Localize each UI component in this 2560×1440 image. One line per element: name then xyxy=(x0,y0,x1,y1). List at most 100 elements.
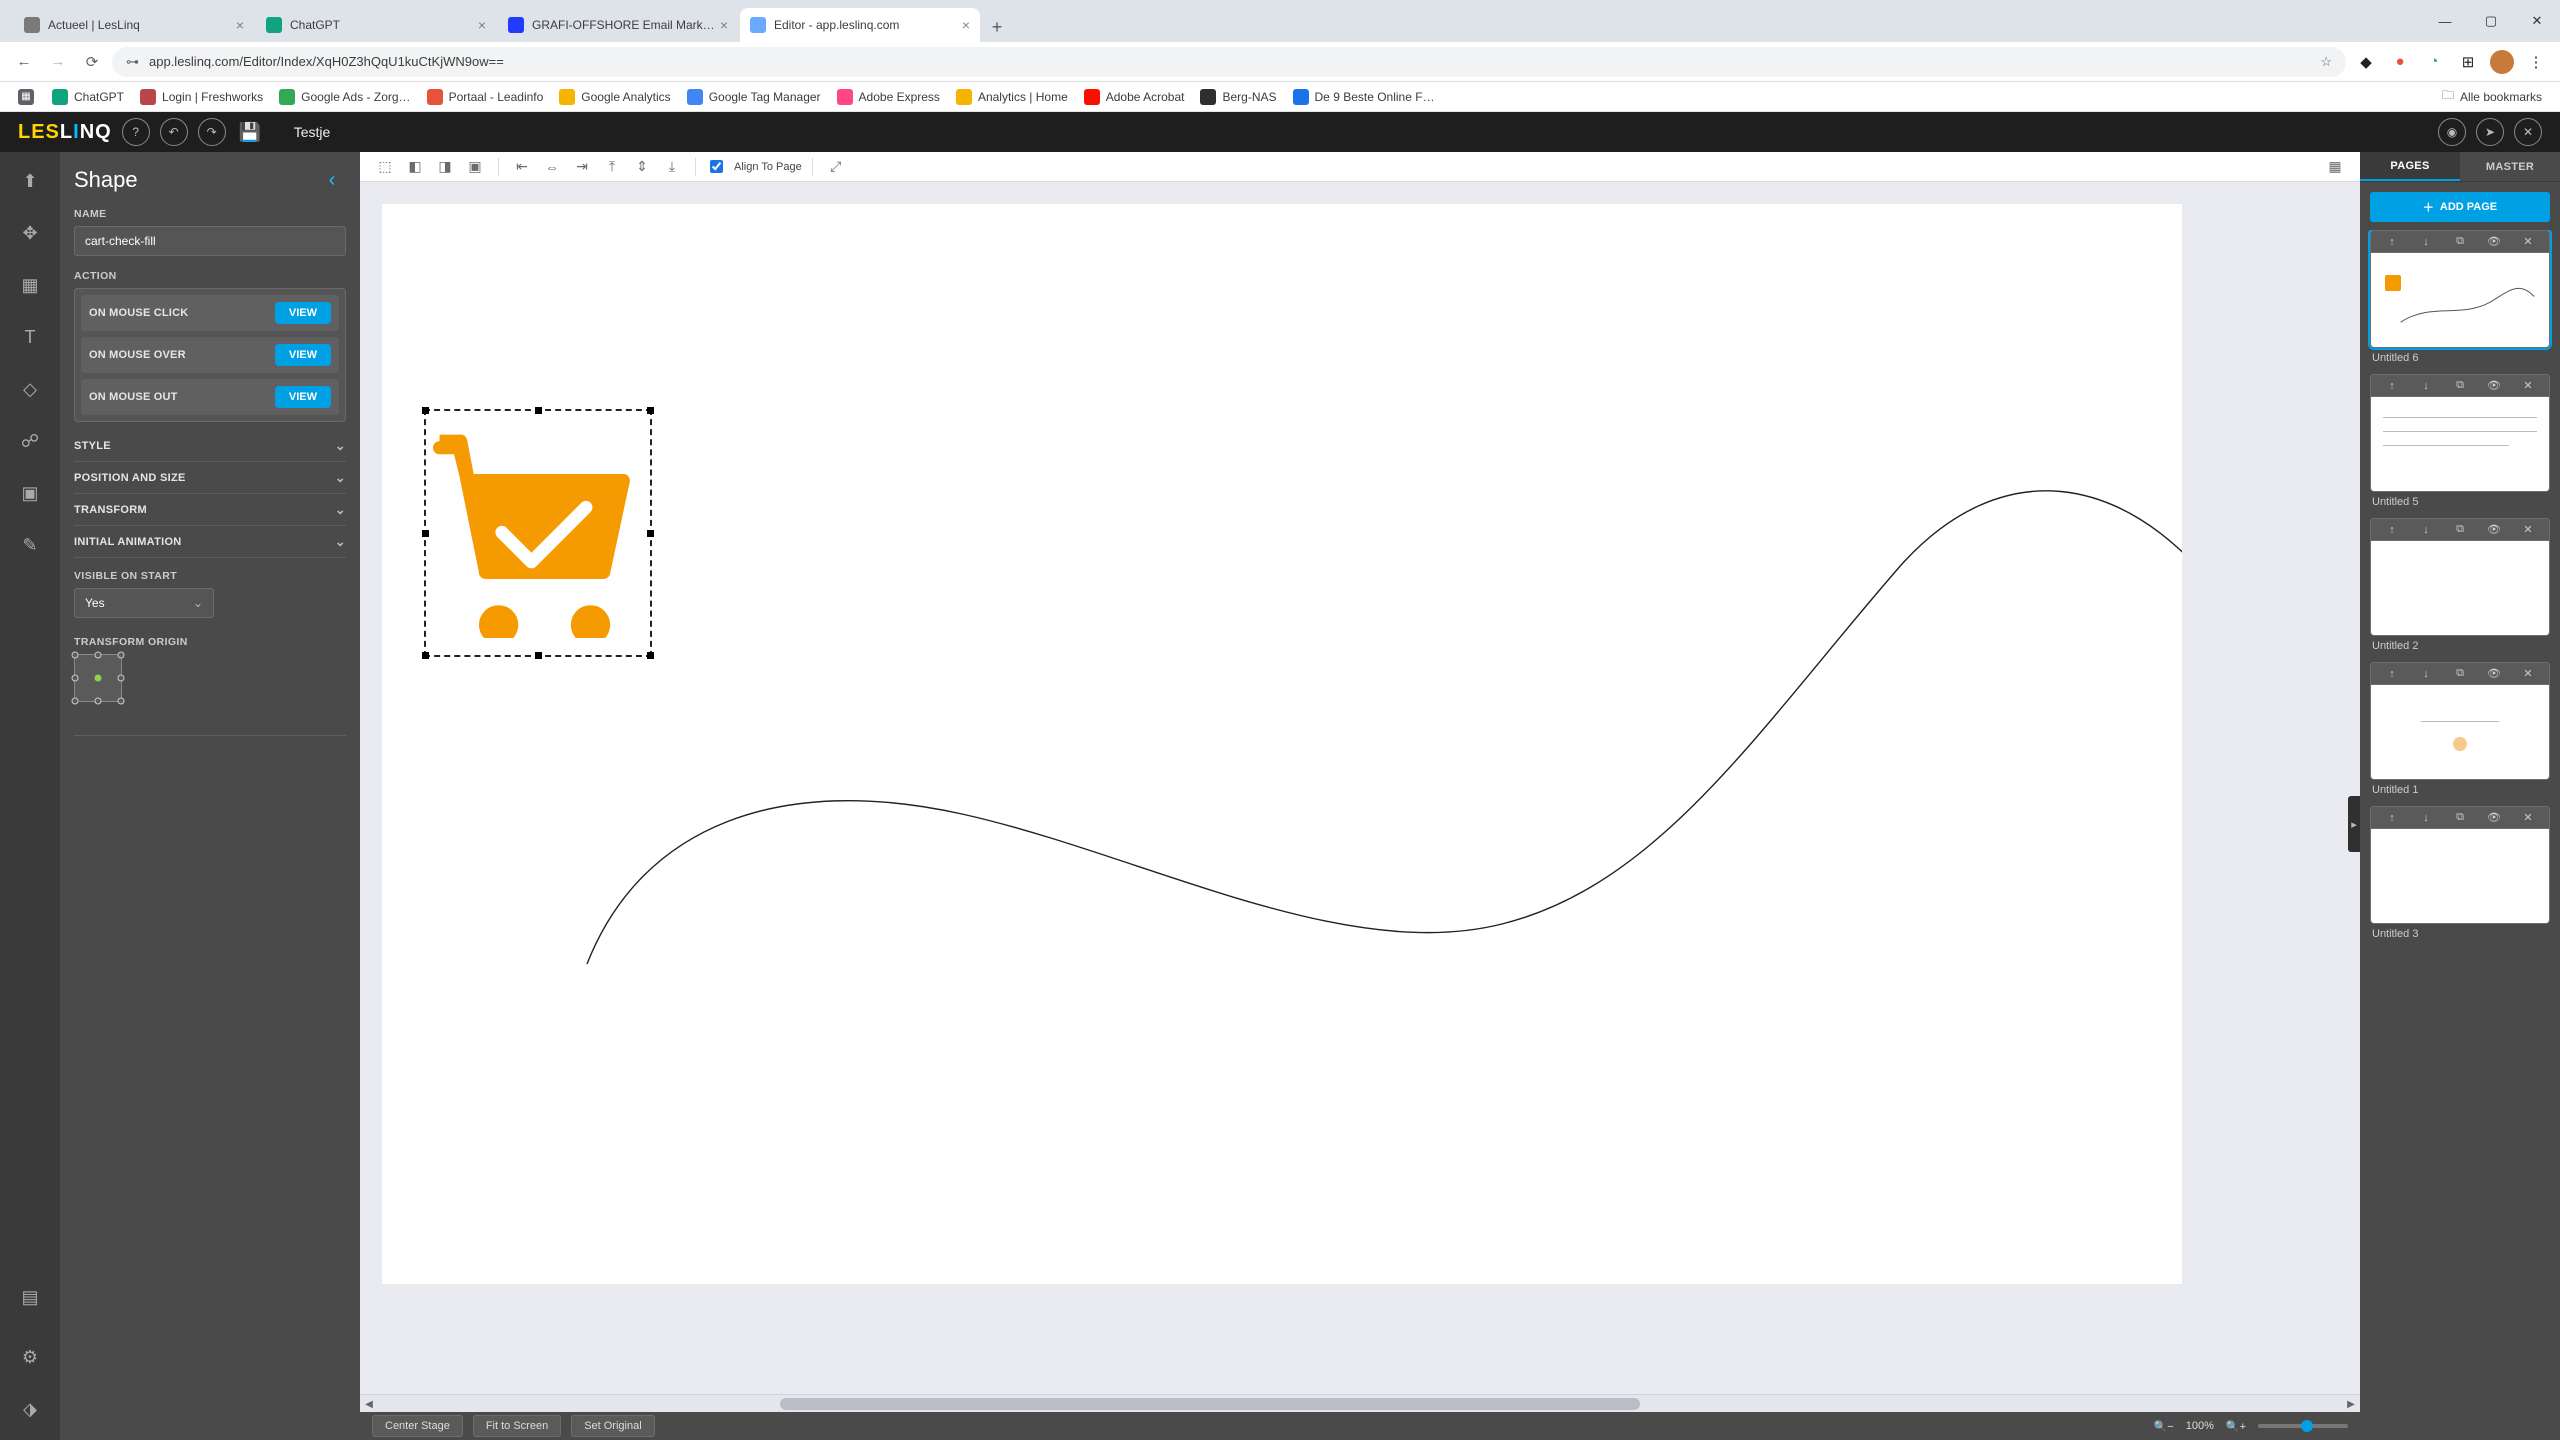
browser-tab[interactable]: ChatGPT× xyxy=(256,8,496,42)
action-click-view-button[interactable]: VIEW xyxy=(275,302,331,324)
rail-settings-icon[interactable]: ⚙ xyxy=(13,1340,47,1374)
page-duplicate-icon[interactable]: ⧉ xyxy=(2452,810,2468,826)
bookmark-star-icon[interactable]: ☆ xyxy=(2320,54,2332,70)
window-minimize[interactable]: — xyxy=(2422,0,2468,42)
accordion-position[interactable]: POSITION AND SIZE⌄ xyxy=(74,462,346,494)
bookmarks-all[interactable]: 🗀 Alle bookmarks xyxy=(2434,82,2550,111)
action-out-view-button[interactable]: VIEW xyxy=(275,386,331,408)
align-top-icon[interactable]: ⤒ xyxy=(599,155,625,179)
send-back-icon[interactable]: ▣ xyxy=(462,155,488,179)
scroll-left-icon[interactable]: ◀ xyxy=(360,1395,378,1413)
page-visibility-icon[interactable]: 👁 xyxy=(2486,810,2502,826)
ext-icon-3[interactable]: ◔ xyxy=(2420,48,2448,76)
tab-pages[interactable]: PAGES xyxy=(2360,152,2460,181)
inspector-back-icon[interactable]: ‹ xyxy=(318,166,346,194)
tab-master[interactable]: MASTER xyxy=(2460,152,2560,181)
align-center-v-icon[interactable]: ⇕ xyxy=(629,155,655,179)
nav-back[interactable]: ← xyxy=(10,48,38,76)
page-visibility-icon[interactable]: 👁 xyxy=(2486,522,2502,538)
page-duplicate-icon[interactable]: ⧉ xyxy=(2452,522,2468,538)
window-maximize[interactable]: ▢ xyxy=(2468,0,2514,42)
page-delete-icon[interactable]: ✕ xyxy=(2520,810,2536,826)
close-icon[interactable]: × xyxy=(236,18,244,32)
canvas-scrollbar-h[interactable]: ◀ ▶ xyxy=(360,1394,2360,1412)
profile-avatar[interactable] xyxy=(2488,48,2516,76)
page-thumbnail[interactable] xyxy=(2371,829,2549,923)
align-to-page-checkbox[interactable] xyxy=(710,160,723,173)
canvas-viewport[interactable]: + xyxy=(360,182,2360,1394)
close-icon[interactable]: × xyxy=(478,18,486,32)
page-down-icon[interactable]: ↓ xyxy=(2418,378,2434,394)
rail-text-icon[interactable]: T xyxy=(13,320,47,354)
bookmark-item[interactable]: Google Tag Manager xyxy=(679,85,829,109)
align-left-icon[interactable]: ⇤ xyxy=(509,155,535,179)
bring-front-icon[interactable]: ⬚ xyxy=(372,155,398,179)
bookmark-item[interactable]: ChatGPT xyxy=(44,85,132,109)
history-fwd-icon[interactable]: ↷ xyxy=(198,118,226,146)
site-info-icon[interactable]: ⊶ xyxy=(126,54,139,70)
bring-forward-icon[interactable]: ◧ xyxy=(402,155,428,179)
close-icon[interactable]: × xyxy=(720,18,728,32)
page-up-icon[interactable]: ↑ xyxy=(2384,810,2400,826)
page-delete-icon[interactable]: ✕ xyxy=(2520,378,2536,394)
page-card[interactable]: ↑ ↓ ⧉ 👁 ✕ xyxy=(2370,662,2550,780)
page-visibility-icon[interactable]: 👁 xyxy=(2486,378,2502,394)
page-duplicate-icon[interactable]: ⧉ xyxy=(2452,378,2468,394)
page-duplicate-icon[interactable]: ⧉ xyxy=(2452,666,2468,682)
page-up-icon[interactable]: ↑ xyxy=(2384,522,2400,538)
rail-layers-icon[interactable]: ⬗ xyxy=(13,1392,47,1426)
chrome-menu[interactable]: ⋮ xyxy=(2522,48,2550,76)
accordion-transform[interactable]: TRANSFORM⌄ xyxy=(74,494,346,526)
send-backward-icon[interactable]: ◨ xyxy=(432,155,458,179)
zoom-out-icon[interactable]: 🔍− xyxy=(2154,1420,2174,1433)
shape-name-input[interactable] xyxy=(74,226,346,256)
bookmark-item[interactable]: Analytics | Home xyxy=(948,85,1076,109)
page-thumbnail[interactable] xyxy=(2371,541,2549,635)
page-down-icon[interactable]: ↓ xyxy=(2418,234,2434,250)
align-bottom-icon[interactable]: ⤓ xyxy=(659,155,685,179)
action-over-view-button[interactable]: VIEW xyxy=(275,344,331,366)
extensions-icon[interactable]: ⊞ xyxy=(2454,48,2482,76)
page-visibility-icon[interactable]: 👁 xyxy=(2486,666,2502,682)
page-down-icon[interactable]: ↓ xyxy=(2418,522,2434,538)
freehand-curve[interactable] xyxy=(382,204,2182,1284)
align-right-icon[interactable]: ⇥ xyxy=(569,155,595,179)
ext-icon-2[interactable]: ● xyxy=(2386,48,2414,76)
new-tab-button[interactable]: + xyxy=(982,12,1012,42)
set-original-button[interactable]: Set Original xyxy=(571,1415,654,1437)
page-up-icon[interactable]: ↑ xyxy=(2384,234,2400,250)
fit-screen-button[interactable]: Fit to Screen xyxy=(473,1415,561,1437)
page-delete-icon[interactable]: ✕ xyxy=(2520,234,2536,250)
logo[interactable]: LESLINQ xyxy=(18,121,112,144)
close-editor-icon[interactable]: ✕ xyxy=(2514,118,2542,146)
page-card[interactable]: ↑ ↓ ⧉ 👁 ✕ xyxy=(2370,518,2550,636)
bookmark-item[interactable]: Berg-NAS xyxy=(1192,85,1284,109)
page-delete-icon[interactable]: ✕ xyxy=(2520,666,2536,682)
bookmark-item[interactable]: Portaal - Leadinfo xyxy=(419,85,552,109)
history-back-icon[interactable]: ↶ xyxy=(160,118,188,146)
scroll-thumb[interactable] xyxy=(780,1398,1640,1410)
page-down-icon[interactable]: ↓ xyxy=(2418,666,2434,682)
bookmark-item[interactable]: De 9 Beste Online F… xyxy=(1285,85,1443,109)
canvas-page[interactable]: + xyxy=(382,204,2182,1284)
nav-reload[interactable]: ⟳ xyxy=(78,48,106,76)
bookmark-item[interactable]: Google Analytics xyxy=(551,85,678,109)
browser-tab[interactable]: GRAFI-OFFSHORE Email Mark…× xyxy=(498,8,738,42)
page-card[interactable]: ↑ ↓ ⧉ 👁 ✕ xyxy=(2370,230,2550,348)
scroll-right-icon[interactable]: ▶ xyxy=(2342,1395,2360,1413)
page-down-icon[interactable]: ↓ xyxy=(2418,810,2434,826)
help-icon[interactable]: ? xyxy=(122,118,150,146)
rail-move-icon[interactable]: ✥ xyxy=(13,216,47,250)
cart-check-fill-icon[interactable] xyxy=(431,417,645,649)
page-duplicate-icon[interactable]: ⧉ xyxy=(2452,234,2468,250)
rail-library-icon[interactable]: ▤ xyxy=(13,1280,47,1314)
ext-icon-1[interactable]: ◆ xyxy=(2352,48,2380,76)
accordion-animation[interactable]: INITIAL ANIMATION⌄ xyxy=(74,526,346,558)
bookmark-item[interactable]: Adobe Express xyxy=(829,85,948,109)
zoom-slider[interactable] xyxy=(2258,1424,2348,1428)
bookmarks-apps[interactable]: ▦ xyxy=(10,85,42,109)
browser-tab[interactable]: Actueel | LesLinq× xyxy=(14,8,254,42)
browser-tab[interactable]: Editor - app.leslinq.com× xyxy=(740,8,980,42)
rail-image-icon[interactable]: ▦ xyxy=(13,268,47,302)
accordion-style[interactable]: STYLE⌄ xyxy=(74,430,346,462)
